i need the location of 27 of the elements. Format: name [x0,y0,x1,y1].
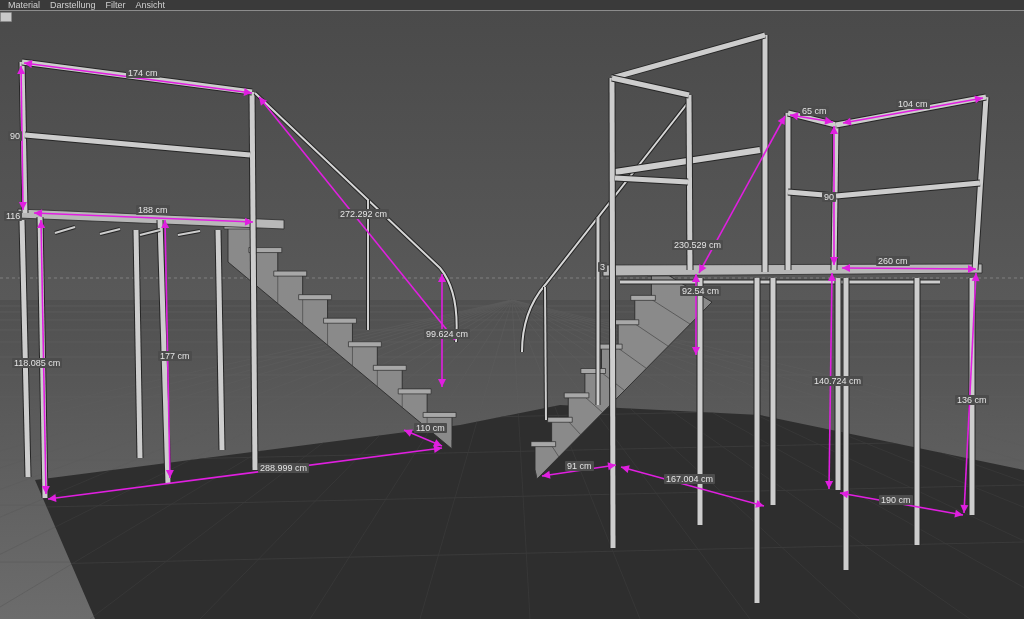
dimension-label: 272.292 cm [338,209,390,219]
dimension-label: 104 cm [896,99,930,109]
dimension-label: 140.724 cm [812,376,864,386]
menu-item[interactable]: Material [8,0,40,10]
dimension-label: 3 [598,262,607,272]
dimension-label: 92.54 cm [680,286,722,296]
dimension-label: 230.529 cm [672,240,724,250]
menu-item[interactable]: Ansicht [135,0,166,10]
dimension-label: 91 cm [565,461,594,471]
dimension-label: 260 cm [876,256,910,266]
dimension-label: 288.999 cm [258,463,310,473]
dimension-label: 167.004 cm [664,474,716,484]
dimension-label: 116 [4,211,23,221]
dimension-label: 90 [8,131,22,141]
dimension-label: 136 cm [955,395,989,405]
dimension-label: 90 [822,192,836,202]
dimension-label: 110 cm [414,423,447,433]
menu-item[interactable]: Darstellung [50,0,96,10]
menu-item[interactable]: Filter [105,0,126,10]
dimension-label: 65 cm [800,106,829,116]
dimension-label: 188 cm [136,205,170,215]
dimension-label: 99.624 cm [424,329,471,339]
dimension-label: 177 cm [158,351,192,361]
panel-toggle-button[interactable] [0,12,12,22]
dimension-label: 118.085 cm [12,358,63,368]
dimension-label: 174 cm [126,68,160,78]
dimension-label: 190 cm [879,495,913,505]
